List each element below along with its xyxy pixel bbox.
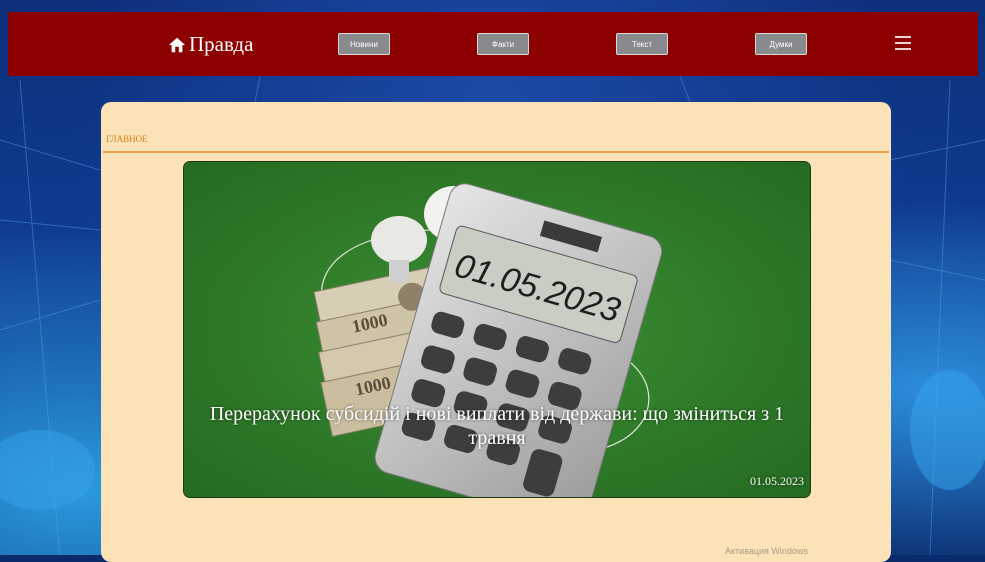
home-icon [168, 37, 186, 52]
featured-article[interactable]: 1000 1000 01.05.2023 Перерахунок субсиді… [183, 161, 811, 498]
section-title: ГЛАВНОЕ [106, 134, 148, 144]
article-date: 01.05.2023 [750, 474, 804, 488]
nav-button-text[interactable]: Текст [616, 33, 668, 55]
brand-name: Правда [189, 32, 254, 56]
nav-button-opinions[interactable]: Думки [755, 33, 807, 55]
brand-logo[interactable]: Правда [168, 32, 253, 57]
nav-button-news[interactable]: Новини [338, 33, 390, 55]
article-headline[interactable]: Перерахунок субсидій і нові виплати від … [184, 402, 810, 450]
menu-icon[interactable] [895, 36, 911, 52]
section-divider [103, 151, 889, 153]
top-navbar: Правда Новини Факти Текст Думки [8, 12, 978, 76]
main-card: ГЛАВНОЕ 1000 1000 01.05.2023 Перерахунок… [101, 102, 891, 562]
nav-button-facts[interactable]: Факти [477, 33, 529, 55]
